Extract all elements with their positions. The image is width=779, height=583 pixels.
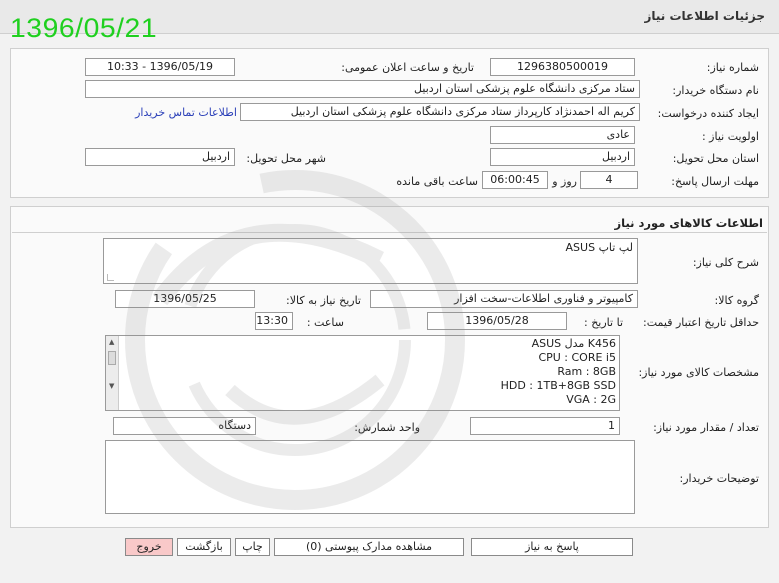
buyer-notes-label: توضیحات خریدار: (679, 472, 760, 485)
date-stamp: 1396/05/21 (10, 13, 158, 43)
spec-line: CPU : CORE i5 (538, 351, 616, 364)
announce-label: تاریخ و ساعت اعلان عمومی: (341, 61, 474, 74)
buyer-notes-textarea[interactable] (105, 440, 635, 514)
days-word: روز و (552, 175, 577, 188)
city-label: شهر محل تحویل: (246, 152, 326, 165)
section-divider (12, 232, 767, 233)
contact-info-link[interactable]: اطلاعات تماس خریدار (135, 106, 237, 119)
validity-label: حداقل تاریخ اعتبار قیمت: (643, 316, 759, 329)
time-label: ساعت : (306, 316, 344, 329)
requester-label: ایجاد کننده درخواست: (657, 107, 759, 120)
group-label: گروه کالا: (714, 294, 759, 307)
attachments-button[interactable]: مشاهده مدارک پیوستی (0) (274, 538, 464, 556)
summary-label: شرح کلی نیاز: (692, 256, 759, 269)
specs-textarea[interactable]: ▲ ▼ ASUS مدل K456 CPU : CORE i5 Ram : 8G… (105, 335, 620, 411)
deadline-label: مهلت ارسال پاسخ: (671, 175, 759, 188)
qty-field: 1 (470, 417, 620, 435)
announce-field: 1396/05/19 - 10:33 (85, 58, 235, 76)
unit-label: واحد شمارش: (354, 421, 420, 434)
specs-scrollbar[interactable]: ▲ ▼ (106, 336, 119, 410)
spec-line: Ram : 8GB (557, 365, 616, 378)
exit-button[interactable]: خروج (125, 538, 173, 556)
priority-field: عادی (490, 126, 635, 144)
summary-textarea[interactable]: لپ تاپ ASUS (103, 238, 638, 284)
need-number-field: 1296380500019 (490, 58, 635, 76)
need-date-field: 1396/05/25 (115, 290, 255, 308)
time-left-suffix: ساعت باقی مانده (396, 175, 478, 188)
resize-grip-icon[interactable] (107, 274, 114, 281)
goods-section-title: اطلاعات کالاهای مورد نیاز (614, 216, 763, 230)
scroll-down-icon[interactable]: ▼ (109, 382, 114, 390)
days-field: 4 (580, 171, 638, 189)
buyer-org-label: نام دستگاه خریدار: (672, 84, 759, 97)
need-number-label: شماره نیاز: (706, 61, 759, 74)
qty-label: تعداد / مقدار مورد نیاز: (653, 421, 759, 434)
reply-button[interactable]: پاسخ به نیاز (471, 538, 633, 556)
province-label: استان محل تحویل: (672, 152, 759, 165)
to-date-field: 1396/05/28 (427, 312, 567, 330)
city-field: اردبیل (85, 148, 235, 166)
spec-line: VGA : 2G (566, 393, 616, 406)
unit-field: دستگاه (113, 417, 256, 435)
summary-text: لپ تاپ ASUS (565, 241, 633, 254)
to-date-label: تا تاریخ : (584, 316, 623, 329)
window-title: جزئیات اطلاعات نیاز (644, 9, 765, 23)
requester-field: کریم اله احمدنژاد کارپرداز ستاد مرکزی دا… (240, 103, 640, 121)
time-left-field: 06:00:45 (482, 171, 548, 189)
back-button[interactable]: بازگشت (177, 538, 231, 556)
group-field: کامپیوتر و فناوری اطلاعات-سخت افزار (370, 290, 638, 308)
spec-line: ASUS مدل K456 (531, 337, 616, 350)
specs-text: ASUS مدل K456 CPU : CORE i5 Ram : 8GB HD… (120, 336, 619, 408)
buyer-org-field: ستاد مرکزی دانشگاه علوم پزشکی استان اردب… (85, 80, 640, 98)
time-field: 13:30 (255, 312, 293, 330)
need-date-label: تاریخ نیاز به کالا: (286, 294, 361, 307)
print-button[interactable]: چاپ (235, 538, 270, 556)
specs-label: مشخصات کالای مورد نیاز: (638, 366, 759, 379)
priority-label: اولویت نیاز : (701, 130, 759, 143)
province-field: اردبیل (490, 148, 635, 166)
spec-line: HDD : 1TB+8GB SSD (500, 379, 616, 392)
scroll-thumb[interactable] (108, 351, 116, 365)
scroll-up-icon[interactable]: ▲ (109, 338, 114, 346)
